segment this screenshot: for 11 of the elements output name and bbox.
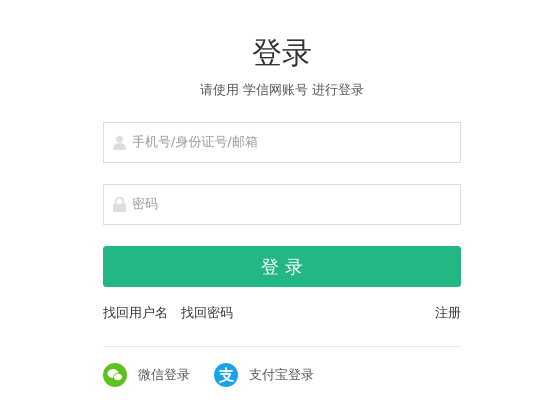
social-login-link[interactable]: 支付宝登录 (249, 366, 314, 384)
subtitle: 请使用 学信网账号 进行登录 (198, 82, 366, 100)
chat-icon[interactable] (103, 363, 127, 387)
payment-icon[interactable] (214, 363, 238, 387)
link[interactable]: 找回密码 (181, 305, 233, 323)
register-link[interactable]: 注册 (435, 305, 461, 323)
page-title: 登录 (251, 35, 313, 73)
input-field[interactable]: 手机号/身份证号/邮箱 (103, 122, 461, 163)
social-login-link[interactable]: 微信登录 (138, 366, 190, 384)
input-field[interactable]: 密码 (103, 184, 461, 225)
link[interactable]: 找回用户名 (103, 305, 168, 323)
